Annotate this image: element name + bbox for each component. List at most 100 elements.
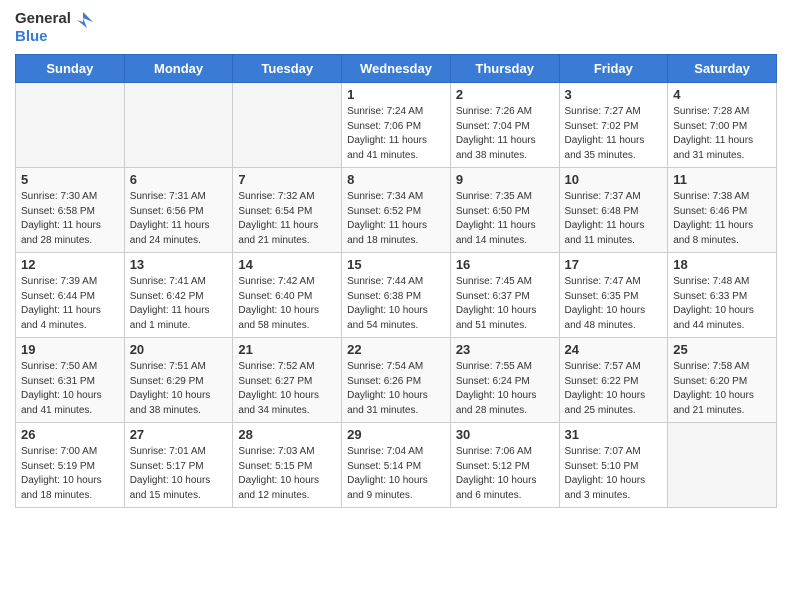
day-number: 13 [130,257,228,272]
day-number: 19 [21,342,119,357]
cell-info: Sunrise: 7:07 AMSunset: 5:10 PMDaylight:… [565,445,663,503]
cell-5-7 [668,423,777,508]
cell-info: Sunrise: 7:00 AMSunset: 5:19 PMDaylight:… [21,445,119,503]
cell-2-7: 11 Sunrise: 7:38 AMSunset: 6:46 PMDayligh… [668,168,777,253]
day-number: 8 [347,172,445,187]
cell-info: Sunrise: 7:57 AMSunset: 6:22 PMDaylight:… [565,360,663,418]
cell-5-3: 28Sunrise: 7:03 AMSunset: 5:15 PMDayligh… [233,423,342,508]
logo: General Blue [15,10,93,46]
day-number: 11 [673,172,771,187]
day-number: 3 [565,87,663,102]
cell-1-2 [124,83,233,168]
page: General Blue SundayMondayTuesdayWednesda… [0,0,792,612]
day-number: 10 [565,172,663,187]
day-number: 28 [238,427,336,442]
cell-info: Sunrise: 7:42 AMSunset: 6:40 PMDaylight:… [238,275,336,333]
week-row-1: 1 Sunrise: 7:24 AMSunset: 7:06 PMDaylight… [16,83,777,168]
day-number: 31 [565,427,663,442]
cell-info: Sunrise: 7:34 AMSunset: 6:52 PMDaylight:… [347,190,445,248]
cell-3-3: 14 Sunrise: 7:42 AMSunset: 6:40 PMDayligh… [233,253,342,338]
cell-5-2: 27 Sunrise: 7:01 AMSunset: 5:17 PMDayligh… [124,423,233,508]
cell-info: Sunrise: 7:32 AMSunset: 6:54 PMDaylight:… [238,190,336,248]
day-number: 27 [130,427,228,442]
week-row-3: 12 Sunrise: 7:39 AMSunset: 6:44 PMDayligh… [16,253,777,338]
cell-info: Sunrise: 7:24 AMSunset: 7:06 PMDaylight:… [347,105,445,163]
cell-info: Sunrise: 7:54 AMSunset: 6:26 PMDaylight:… [347,360,445,418]
cell-info: Sunrise: 7:31 AMSunset: 6:56 PMDaylight:… [130,190,228,248]
cell-5-1: 26 Sunrise: 7:00 AMSunset: 5:19 PMDayligh… [16,423,125,508]
cell-1-3 [233,83,342,168]
day-number: 23 [456,342,554,357]
cell-info: Sunrise: 7:26 AMSunset: 7:04 PMDaylight:… [456,105,554,163]
day-number: 20 [130,342,228,357]
cell-info: Sunrise: 7:30 AMSunset: 6:58 PMDaylight:… [21,190,119,248]
cell-info: Sunrise: 7:04 AMSunset: 5:14 PMDaylight:… [347,445,445,503]
cell-4-7: 25 Sunrise: 7:58 AMSunset: 6:20 PMDayligh… [668,338,777,423]
week-row-2: 5 Sunrise: 7:30 AMSunset: 6:58 PMDaylight… [16,168,777,253]
calendar-table: SundayMondayTuesdayWednesdayThursdayFrid… [15,54,777,508]
cell-4-4: 22 Sunrise: 7:54 AMSunset: 6:26 PMDayligh… [342,338,451,423]
cell-2-4: 8 Sunrise: 7:34 AMSunset: 6:52 PMDaylight… [342,168,451,253]
cell-5-6: 31 Sunrise: 7:07 AMSunset: 5:10 PMDayligh… [559,423,668,508]
col-header-friday: Friday [559,55,668,83]
day-number: 30 [456,427,554,442]
cell-4-1: 19 Sunrise: 7:50 AMSunset: 6:31 PMDayligh… [16,338,125,423]
day-number: 14 [238,257,336,272]
cell-info: Sunrise: 7:38 AMSunset: 6:46 PMDaylight:… [673,190,771,248]
day-number: 16 [456,257,554,272]
cell-2-3: 7Sunrise: 7:32 AMSunset: 6:54 PMDaylight… [233,168,342,253]
cell-1-4: 1 Sunrise: 7:24 AMSunset: 7:06 PMDaylight… [342,83,451,168]
cell-4-2: 20 Sunrise: 7:51 AMSunset: 6:29 PMDayligh… [124,338,233,423]
cell-info: Sunrise: 7:37 AMSunset: 6:48 PMDaylight:… [565,190,663,248]
cell-info: Sunrise: 7:35 AMSunset: 6:50 PMDaylight:… [456,190,554,248]
cell-info: Sunrise: 7:06 AMSunset: 5:12 PMDaylight:… [456,445,554,503]
header: General Blue [15,10,777,46]
cell-info: Sunrise: 7:27 AMSunset: 7:02 PMDaylight:… [565,105,663,163]
logo-container: General Blue [15,10,93,46]
cell-2-2: 6Sunrise: 7:31 AMSunset: 6:56 PMDaylight… [124,168,233,253]
cell-info: Sunrise: 7:39 AMSunset: 6:44 PMDaylight:… [21,275,119,333]
day-number: 17 [565,257,663,272]
cell-2-5: 9 Sunrise: 7:35 AMSunset: 6:50 PMDaylight… [450,168,559,253]
day-number: 5 [21,172,119,187]
cell-info: Sunrise: 7:44 AMSunset: 6:38 PMDaylight:… [347,275,445,333]
day-number: 18 [673,257,771,272]
logo-bird-icon [73,10,93,28]
col-header-tuesday: Tuesday [233,55,342,83]
cell-info: Sunrise: 7:51 AMSunset: 6:29 PMDaylight:… [130,360,228,418]
week-row-4: 19 Sunrise: 7:50 AMSunset: 6:31 PMDayligh… [16,338,777,423]
cell-info: Sunrise: 7:01 AMSunset: 5:17 PMDaylight:… [130,445,228,503]
col-header-monday: Monday [124,55,233,83]
cell-info: Sunrise: 7:50 AMSunset: 6:31 PMDaylight:… [21,360,119,418]
cell-info: Sunrise: 7:48 AMSunset: 6:33 PMDaylight:… [673,275,771,333]
cell-3-7: 18 Sunrise: 7:48 AMSunset: 6:33 PMDayligh… [668,253,777,338]
cell-3-4: 15 Sunrise: 7:44 AMSunset: 6:38 PMDayligh… [342,253,451,338]
cell-3-2: 13Sunrise: 7:41 AMSunset: 6:42 PMDayligh… [124,253,233,338]
cell-1-6: 3 Sunrise: 7:27 AMSunset: 7:02 PMDaylight… [559,83,668,168]
day-number: 24 [565,342,663,357]
day-number: 15 [347,257,445,272]
cell-2-6: 10 Sunrise: 7:37 AMSunset: 6:48 PMDayligh… [559,168,668,253]
cell-info: Sunrise: 7:58 AMSunset: 6:20 PMDaylight:… [673,360,771,418]
day-number: 22 [347,342,445,357]
cell-1-1 [16,83,125,168]
day-number: 29 [347,427,445,442]
day-number: 9 [456,172,554,187]
cell-1-7: 4Sunrise: 7:28 AMSunset: 7:00 PMDaylight… [668,83,777,168]
day-number: 26 [21,427,119,442]
day-number: 12 [21,257,119,272]
cell-5-5: 30 Sunrise: 7:06 AMSunset: 5:12 PMDayligh… [450,423,559,508]
cell-3-6: 17Sunrise: 7:47 AMSunset: 6:35 PMDayligh… [559,253,668,338]
cell-info: Sunrise: 7:52 AMSunset: 6:27 PMDaylight:… [238,360,336,418]
week-row-5: 26 Sunrise: 7:00 AMSunset: 5:19 PMDayligh… [16,423,777,508]
cell-4-5: 23Sunrise: 7:55 AMSunset: 6:24 PMDayligh… [450,338,559,423]
header-row: SundayMondayTuesdayWednesdayThursdayFrid… [16,55,777,83]
day-number: 1 [347,87,445,102]
col-header-thursday: Thursday [450,55,559,83]
cell-3-5: 16 Sunrise: 7:45 AMSunset: 6:37 PMDayligh… [450,253,559,338]
col-header-saturday: Saturday [668,55,777,83]
cell-info: Sunrise: 7:45 AMSunset: 6:37 PMDaylight:… [456,275,554,333]
col-header-wednesday: Wednesday [342,55,451,83]
day-number: 25 [673,342,771,357]
cell-4-6: 24 Sunrise: 7:57 AMSunset: 6:22 PMDayligh… [559,338,668,423]
